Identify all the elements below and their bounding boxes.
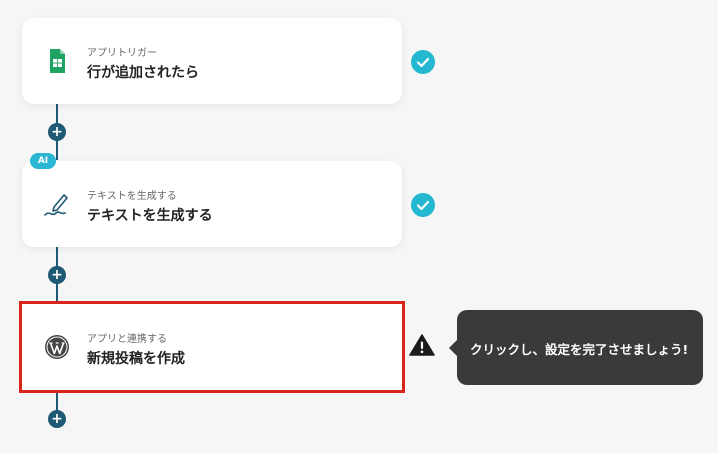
google-sheets-icon [42,46,72,76]
add-step-button[interactable]: + [48,123,66,141]
step-sub-label: テキストを生成する [87,191,177,202]
step-card-trigger[interactable]: アプリトリガー 行が追加されたら [22,18,402,104]
step-card-wordpress[interactable]: アプリと連携する 新規投稿を作成 [19,301,405,393]
wordpress-icon [42,332,72,362]
setup-tooltip: クリックし、設定を完了させましょう! [449,310,703,385]
pen-writing-icon [42,189,72,219]
step-sub-label: アプリトリガー [87,48,157,59]
tooltip-text: クリックし、設定を完了させましょう! [470,342,689,357]
add-step-button[interactable]: + [48,266,66,284]
step-sub-label: アプリと連携する [87,334,167,345]
check-icon [411,50,435,74]
ai-badge: AI [30,153,56,169]
check-icon [411,193,435,217]
step-card-ai-text[interactable]: AI テキストを生成する テキストを生成する [22,153,402,247]
step-title: 新規投稿を作成 [87,351,185,367]
step-title: 行が追加されたら [87,65,199,81]
flow-canvas: + + + アプリトリガー 行が追加されたら AI テキストを生成する テキスト… [0,0,718,453]
step-title: テキストを生成する [87,208,213,224]
add-step-button[interactable]: + [48,410,66,428]
warning-icon [409,333,435,357]
